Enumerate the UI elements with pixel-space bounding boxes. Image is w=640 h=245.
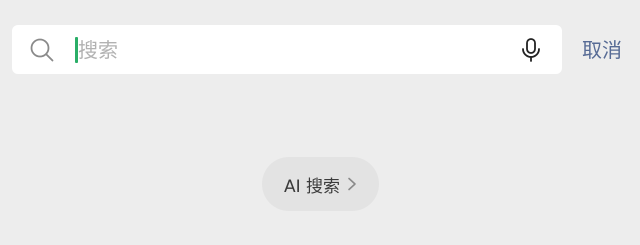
cancel-button[interactable]: 取消 xyxy=(582,36,622,64)
ai-search-button[interactable]: AI 搜索 xyxy=(262,157,379,211)
search-bar[interactable] xyxy=(12,25,562,74)
ai-search-label: AI 搜索 xyxy=(283,176,341,197)
search-icon xyxy=(30,38,54,62)
search-input[interactable] xyxy=(78,34,498,65)
microphone-icon[interactable] xyxy=(518,37,544,63)
chevron-right-icon xyxy=(348,177,356,191)
